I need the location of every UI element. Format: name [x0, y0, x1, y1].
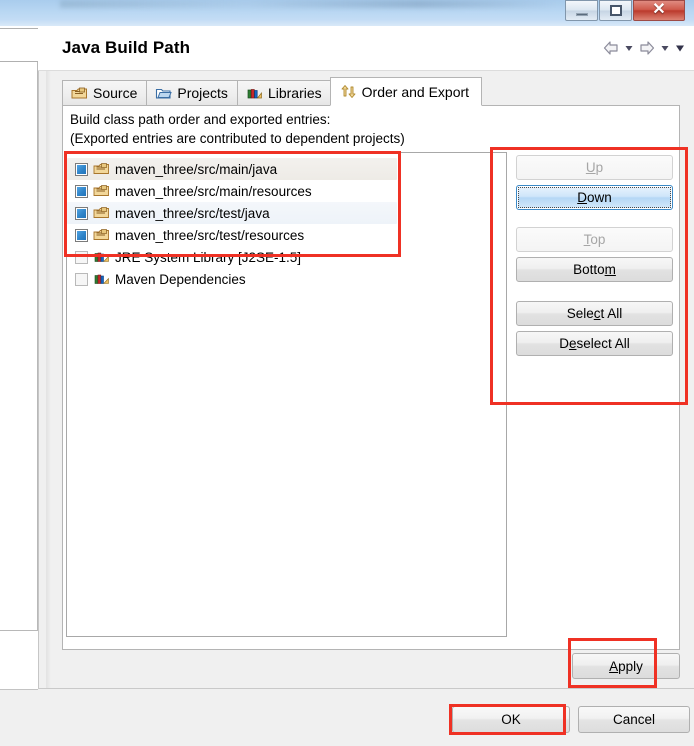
navigation-toolbar — [602, 39, 686, 57]
up-button[interactable]: Up — [516, 155, 673, 180]
library-books-icon — [94, 252, 109, 262]
maximize-icon — [609, 5, 622, 16]
classpath-entries-list[interactable]: maven_three/src/main/java maven_three/sr… — [66, 152, 507, 637]
list-item[interactable]: maven_three/src/main/java — [67, 158, 397, 180]
top-button[interactable]: Top — [516, 227, 673, 252]
view-menu-chevron-icon[interactable] — [674, 39, 686, 57]
description-line-1: Build class path order and exported entr… — [70, 112, 331, 127]
maximize-button[interactable] — [599, 0, 632, 21]
projects-folder-icon — [156, 88, 173, 99]
entry-checkbox[interactable] — [75, 272, 88, 286]
source-folder-icon — [93, 207, 109, 218]
dialog-header: Java Build Path — [38, 28, 694, 71]
forward-dropdown-chevron-icon[interactable] — [659, 39, 671, 57]
entry-label: JRE System Library [J2SE-1.5] — [115, 249, 302, 265]
tab-label: Projects — [177, 85, 228, 101]
build-path-tabs: Source Projects Libraries Order and Expo… — [62, 77, 483, 106]
back-dropdown-chevron-icon[interactable] — [623, 39, 635, 57]
minimize-icon — [575, 12, 588, 16]
down-button[interactable]: Down — [516, 185, 673, 210]
source-folder-icon — [93, 163, 109, 174]
library-books-icon — [94, 274, 109, 284]
tab-label: Order and Export — [361, 83, 470, 100]
list-item[interactable]: Maven Dependencies — [67, 268, 506, 290]
list-item[interactable]: JRE System Library [J2SE-1.5] — [67, 246, 506, 268]
entry-label: maven_three/src/test/resources — [115, 227, 305, 243]
tab-label: Source — [93, 85, 138, 101]
entry-checkbox[interactable] — [75, 228, 88, 242]
source-folder-icon — [71, 87, 87, 98]
ok-button[interactable]: OK — [452, 706, 570, 733]
tab-label: Libraries — [267, 85, 322, 101]
entry-checkbox[interactable] — [75, 184, 88, 198]
source-folder-icon — [93, 185, 109, 196]
deselect-all-button[interactable]: Deselect All — [516, 331, 673, 356]
source-folder-icon — [93, 229, 109, 240]
dialog-edge-shadow — [46, 28, 51, 690]
background-window-titlebar-fragment — [0, 28, 40, 62]
cancel-button-label: Cancel — [612, 712, 656, 727]
entry-checkbox[interactable] — [75, 206, 88, 220]
page-title: Java Build Path — [62, 38, 191, 57]
list-item[interactable]: maven_three/src/test/java — [67, 202, 397, 224]
entry-checkbox[interactable] — [75, 250, 88, 264]
cancel-button[interactable]: Cancel — [578, 706, 690, 733]
back-arrow-icon[interactable] — [602, 39, 620, 57]
apply-button[interactable]: Apply — [572, 653, 680, 679]
tab-order-and-export[interactable]: Order and Export — [329, 77, 483, 106]
focus-ring — [518, 187, 671, 208]
close-button[interactable]: ✕ — [633, 0, 685, 21]
entry-label: maven_three/src/main/java — [115, 161, 278, 177]
order-buttons-panel: Up Down Top Bottom Select All Deselect A… — [516, 155, 673, 361]
down-button-wrapper: Down — [516, 185, 673, 210]
order-export-icon — [341, 85, 356, 98]
entry-label: maven_three/src/test/java — [115, 205, 270, 221]
tab-projects[interactable]: Projects — [146, 80, 237, 106]
ok-button-label: OK — [501, 712, 521, 727]
entry-checkbox[interactable] — [75, 162, 88, 176]
minimize-button[interactable] — [565, 0, 598, 21]
libraries-books-icon — [247, 88, 262, 98]
select-all-button[interactable]: Select All — [516, 301, 673, 326]
list-item[interactable]: maven_three/src/main/resources — [67, 180, 506, 202]
window-controls: ✕ — [565, 0, 685, 22]
bottom-button[interactable]: Bottom — [516, 257, 673, 282]
tab-source[interactable]: Source — [62, 80, 147, 106]
description-line-2: (Exported entries are contributed to dep… — [70, 131, 405, 146]
tab-libraries[interactable]: Libraries — [236, 80, 331, 106]
close-icon: ✕ — [652, 0, 666, 18]
forward-arrow-icon[interactable] — [638, 39, 656, 57]
list-item[interactable]: maven_three/src/test/resources — [67, 224, 506, 246]
entry-label: Maven Dependencies — [115, 271, 246, 287]
background-window-left-panel — [0, 60, 38, 631]
entry-label: maven_three/src/main/resources — [115, 183, 312, 199]
